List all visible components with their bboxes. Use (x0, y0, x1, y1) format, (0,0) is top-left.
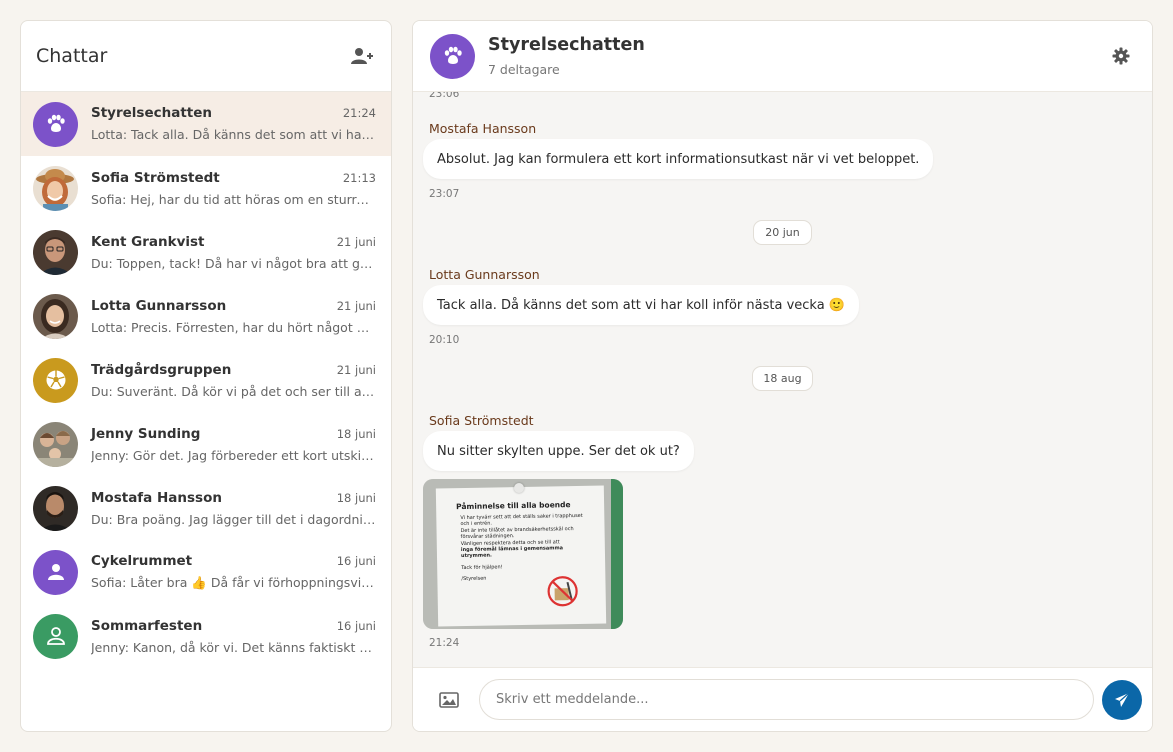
chat-preview: Jenny: Gör det. Jag förbereder ett kort … (91, 447, 376, 463)
send-button[interactable] (1102, 680, 1142, 720)
avatar (33, 485, 78, 531)
chat-preview: Du: Suveränt. Då kör vi på det och ser t… (91, 383, 376, 399)
sign-thanks: Tack för hjälpen! (461, 564, 503, 572)
message-time: 23:07 (429, 188, 460, 200)
chat-list-title: Chattar (36, 45, 108, 67)
message-photo[interactable]: Påminnelse till alla boende Vi har tyvär… (423, 479, 623, 629)
message-composer (413, 667, 1152, 731)
avatar (33, 229, 78, 275)
chat-preview: Lotta: Tack alla. Då känns det som att v… (91, 127, 376, 142)
chat-preview: Du: Toppen, tack! Då har vi något bra at… (91, 255, 376, 271)
message-time: 21:24 (429, 637, 460, 649)
chat-name: Sofia Strömstedt (91, 169, 220, 186)
gear-icon[interactable] (1107, 42, 1135, 70)
sign-paper: Påminnelse till alla boende Vi har tyvär… (435, 485, 607, 627)
message-input[interactable] (479, 679, 1094, 720)
chat-name: Kent Grankvist (91, 233, 205, 250)
message-time: 23:06 (429, 92, 460, 100)
paw-icon (430, 33, 475, 79)
chat-name: Jenny Sunding (91, 425, 201, 442)
chat-preview: Lotta: Precis. Förresten, har du hört nå… (91, 319, 376, 335)
date-divider: 20 jun (753, 220, 812, 245)
chat-list-header: Chattar (21, 21, 391, 92)
paw-icon (33, 101, 78, 147)
message-sender: Mostafa Hansson (429, 121, 537, 136)
chat-item-sommarfesten[interactable]: Sommarfesten 16 juni Jenny: Kanon, då kö… (21, 604, 391, 668)
chat-name: Trädgårdsgruppen (91, 361, 232, 378)
chat-item-kent-grankvist[interactable]: Kent Grankvist 21 juni Du: Toppen, tack!… (21, 220, 391, 284)
chat-preview: Sofia: Låter bra 👍 Då får vi förhoppning… (91, 575, 376, 590)
user-outline-icon (33, 613, 78, 659)
chat-item-jenny-sunding[interactable]: Jenny Sunding 18 juni Jenny: Gör det. Ja… (21, 412, 391, 476)
chat-time: 16 juni (336, 554, 376, 568)
chat-preview: Du: Bra poäng. Jag lägger till det i dag… (91, 511, 376, 527)
message-time: 20:10 (429, 334, 460, 346)
chat-item-lotta-gunnarsson[interactable]: Lotta Gunnarsson 21 juni Lotta: Precis. … (21, 284, 391, 348)
add-user-icon[interactable] (348, 42, 376, 70)
sign-title: Påminnelse till alla boende (456, 500, 571, 512)
conversation-header: Styrelsechatten 7 deltagare (413, 21, 1152, 92)
chat-list: Styrelsechatten 21:24 Lotta: Tack alla. … (21, 92, 391, 668)
send-icon (1115, 692, 1130, 707)
message-sender: Sofia Strömstedt (429, 413, 534, 428)
message-list[interactable]: 23:06 Mostafa Hansson Absolut. Jag kan f… (413, 92, 1152, 668)
conversation-panel: Styrelsechatten 7 deltagare 23:06 Mostaf… (412, 20, 1153, 732)
avatar (33, 165, 78, 211)
chat-item-cykelrummet[interactable]: Cykelrummet 16 juni Sofia: Låter bra 👍 D… (21, 540, 391, 604)
chat-time: 16 juni (336, 618, 376, 633)
chat-item-mostafa-hansson[interactable]: Mostafa Hansson 18 juni Du: Bra poäng. J… (21, 476, 391, 540)
date-divider: 18 aug (752, 366, 813, 391)
chat-item-sofia-stromstedt[interactable]: Sofia Strömstedt 21:13 Sofia: Hej, har d… (21, 156, 391, 220)
chat-list-panel: Chattar Styrelsechatten 21:24 Lotta: Tac… (20, 20, 392, 732)
chat-time: 21 juni (336, 234, 376, 249)
participant-count: 7 deltagare (488, 62, 560, 77)
chat-name: Lotta Gunnarsson (91, 297, 227, 314)
ball-icon (33, 357, 78, 403)
message-bubble: Nu sitter skylten uppe. Ser det ok ut? (423, 431, 694, 471)
chat-time: 18 juni (336, 426, 376, 441)
chat-time: 21 juni (336, 298, 376, 313)
chat-item-tradgardsgruppen[interactable]: Trädgårdsgruppen 21 juni Du: Suveränt. D… (21, 348, 391, 412)
chat-name: Sommarfesten (91, 617, 203, 634)
chat-time: 21 juni (336, 362, 376, 377)
chat-item-styrelsechatten[interactable]: Styrelsechatten 21:24 Lotta: Tack alla. … (21, 92, 391, 156)
chat-preview: Jenny: Kanon, då kör vi. Det känns fakti… (91, 639, 376, 655)
no-items-icon (547, 576, 578, 607)
chat-time: 21:13 (342, 170, 376, 185)
chat-preview: Sofia: Hej, har du tid att höras om en s… (91, 191, 376, 207)
chat-name: Cykelrummet (91, 553, 193, 569)
image-icon[interactable] (435, 686, 463, 714)
chat-time: 21:24 (342, 106, 376, 120)
message-bubble: Tack alla. Då känns det som att vi har k… (423, 285, 859, 325)
chat-name: Mostafa Hansson (91, 489, 222, 506)
message-sender: Lotta Gunnarsson (429, 267, 540, 282)
conversation-title: Styrelsechatten (488, 35, 645, 55)
message-bubble: Absolut. Jag kan formulera ett kort info… (423, 139, 934, 179)
chat-name: Styrelsechatten (91, 105, 213, 121)
chat-time: 18 juni (336, 490, 376, 505)
avatar (33, 421, 78, 467)
user-icon (33, 549, 78, 595)
sign-line: utrymmen. (460, 552, 492, 560)
avatar (33, 293, 78, 339)
